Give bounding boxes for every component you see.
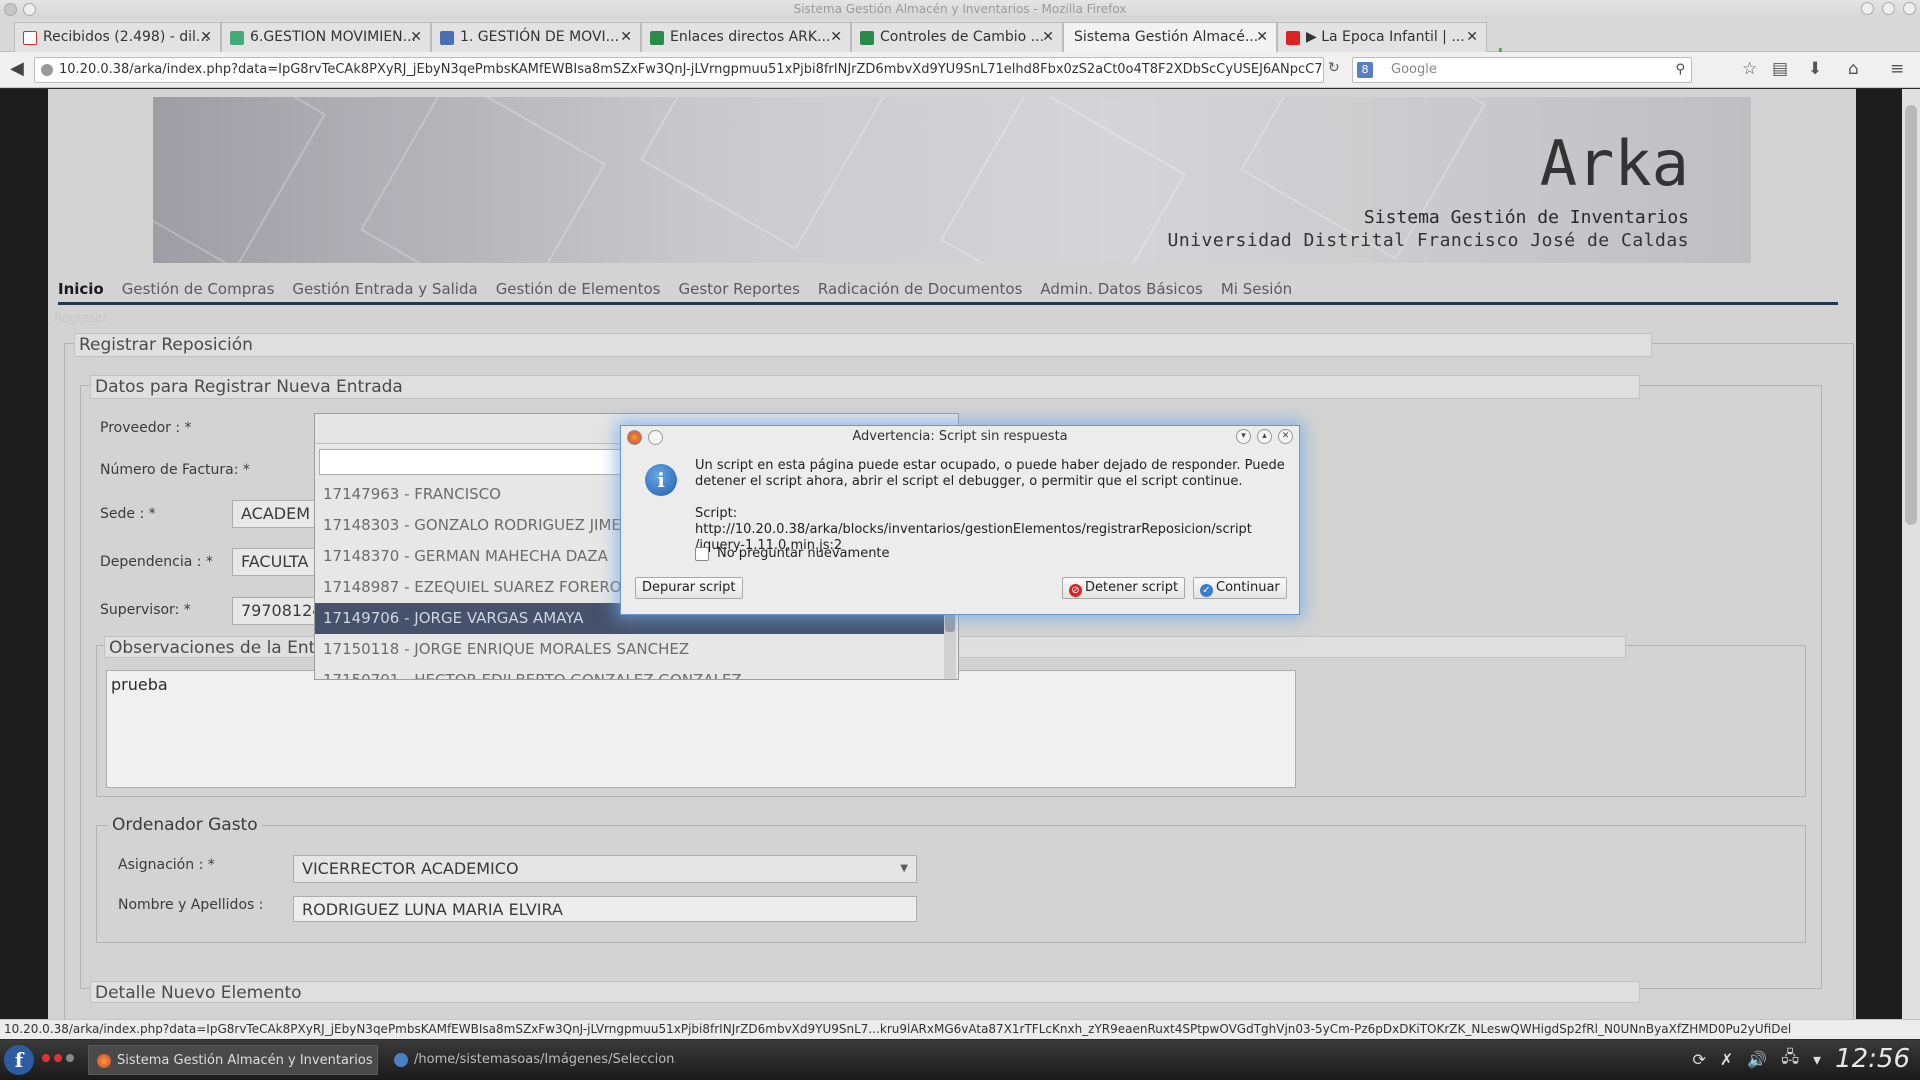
continue-button[interactable]: ✓ Continuar: [1193, 577, 1287, 599]
tab-label: Enlaces directos ARK...: [670, 29, 831, 45]
firefox-icon: [627, 430, 642, 445]
fedora-menu-icon[interactable]: f: [4, 1045, 34, 1075]
task-file-manager[interactable]: /home/sistemasoas/Imágenes/Seleccion...: [386, 1045, 676, 1075]
search-placeholder: Google: [1391, 62, 1437, 77]
tab-label: 1. GESTIÓN DE MOVI...: [460, 29, 619, 45]
reading-list-icon[interactable]: ▤: [1772, 59, 1788, 79]
navigation-bar: ◀ 10.20.0.38/arka/index.php?data=IpG8rvT…: [0, 52, 1920, 88]
tab-youtube[interactable]: ▶ La Epoca Infantil | ... ✕: [1277, 22, 1487, 52]
debug-button-label: Depurar script: [642, 580, 736, 595]
url-bar[interactable]: 10.20.0.38/arka/index.php?data=IpG8rvTeC…: [34, 57, 1324, 83]
workspace-icon[interactable]: [54, 1054, 62, 1062]
search-engine-icon[interactable]: 8: [1357, 62, 1373, 78]
script-path-line1: Script: http://10.20.0.38/arka/blocks/in…: [695, 506, 1252, 537]
tab-label: Sistema Gestión Almacé...: [1074, 29, 1259, 45]
system-tray: ⟳ ✗ 🔊 🖧 ▾ 12:56: [1692, 1044, 1910, 1074]
workspace-icon[interactable]: [42, 1054, 50, 1062]
search-bar[interactable]: 8 Google ⚲: [1352, 57, 1692, 83]
debug-script-button[interactable]: Depurar script: [635, 577, 743, 599]
dialog-close-icon[interactable]: ✕: [1278, 429, 1293, 444]
clock[interactable]: 12:56: [1835, 1044, 1910, 1074]
sheet-icon: [860, 31, 874, 45]
stop-icon: ⊘: [1069, 584, 1082, 597]
system-taskbar: f Sistema Gestión Almacén y Inventarios …: [0, 1040, 1920, 1080]
folder-icon: [394, 1053, 408, 1067]
page-scrollbar[interactable]: [1902, 89, 1920, 1019]
dont-ask-label[interactable]: No preguntar nuevamente: [717, 546, 890, 561]
maximize-icon[interactable]: [1882, 2, 1895, 15]
close-tab-icon[interactable]: ✕: [1256, 23, 1268, 51]
workspace-dots[interactable]: [42, 1054, 74, 1062]
tab-label: Recibidos (2.498) - dil...: [43, 29, 210, 45]
close-tab-icon[interactable]: ✕: [1042, 23, 1054, 51]
home-icon[interactable]: ⌂: [1848, 59, 1859, 79]
minimize-icon[interactable]: [1861, 2, 1874, 15]
bluetooth-icon[interactable]: ✗: [1720, 1050, 1733, 1069]
volume-icon[interactable]: 🔊: [1747, 1050, 1767, 1069]
bookmark-star-icon[interactable]: ☆: [1742, 59, 1757, 79]
workspace-icon[interactable]: [66, 1054, 74, 1062]
site-identity-icon[interactable]: [41, 64, 53, 76]
close-tab-icon[interactable]: ✕: [410, 23, 422, 51]
download-icon[interactable]: ⬇: [1808, 59, 1822, 79]
checkmark-icon: ✓: [1200, 584, 1213, 597]
tab-gestion-movimientos-drive[interactable]: 6.GESTION MOVIMIEN... ✕: [221, 22, 431, 52]
firefox-icon: [97, 1054, 111, 1068]
url-text: 10.20.0.38/arka/index.php?data=IpG8rvTeC…: [59, 62, 1324, 77]
dialog-window-controls: ▾ ▴ ✕: [1236, 429, 1293, 444]
window-right-controls: [1861, 2, 1916, 15]
tab-label: 6.GESTION MOVIMIEN...: [250, 29, 416, 45]
stop-button-label: Detener script: [1085, 580, 1179, 595]
hamburger-menu-icon[interactable]: ≡: [1890, 59, 1904, 79]
window-left-controls: [4, 3, 36, 16]
close-tab-icon[interactable]: ✕: [830, 23, 842, 51]
unresponsive-script-dialog: Advertencia: Script sin respuesta ▾ ▴ ✕ …: [620, 425, 1300, 615]
tab-label: Controles de Cambio ...: [880, 29, 1045, 45]
sheet-icon: [650, 31, 664, 45]
tab-strip: Recibidos (2.498) - dil... ✕ 6.GESTION M…: [0, 18, 1920, 66]
info-icon: i: [645, 464, 677, 496]
task-label: /home/sistemasoas/Imágenes/Seleccion...: [414, 1052, 676, 1067]
tab-controles-cambio[interactable]: Controles de Cambio ... ✕: [851, 22, 1063, 52]
doc-icon: [440, 31, 454, 45]
task-label: Sistema Gestión Almacén y Inventarios ..…: [117, 1053, 378, 1068]
dialog-minimize-icon[interactable]: ▾: [1236, 429, 1251, 444]
scrollbar-thumb[interactable]: [1905, 105, 1917, 525]
window-titlebar: Sistema Gestión Almacén y Inventarios - …: [0, 0, 1920, 18]
status-bar: 10.20.0.38/arka/index.php?data=IpG8rvTeC…: [0, 1019, 1920, 1039]
close-tab-icon[interactable]: ✕: [200, 23, 212, 51]
tab-label: ▶ La Epoca Infantil | ...: [1306, 29, 1465, 45]
dialog-message: Un script en esta página puede estar ocu…: [695, 458, 1285, 489]
dialog-title-icons: [627, 430, 663, 445]
sync-icon[interactable]: ⟳: [1692, 1050, 1705, 1069]
close-tab-icon[interactable]: ✕: [620, 23, 632, 51]
network-icon[interactable]: 🖧: [1781, 1046, 1799, 1073]
gmail-icon: [23, 31, 37, 45]
binoculars-icon[interactable]: ⚲: [1675, 58, 1685, 82]
close-window-icon[interactable]: [1903, 2, 1916, 15]
tray-arrow-icon[interactable]: ▾: [1813, 1050, 1821, 1069]
close-tab-icon[interactable]: ✕: [1466, 23, 1478, 51]
window-pin-icon[interactable]: [23, 3, 36, 16]
back-icon[interactable]: ◀: [10, 58, 24, 79]
window-menu-icon[interactable]: [4, 3, 17, 16]
youtube-icon: [1286, 31, 1300, 45]
stop-script-button[interactable]: ⊘ Detener script: [1062, 577, 1186, 599]
continue-button-label: Continuar: [1216, 580, 1280, 595]
tab-sistema-gestion[interactable]: Sistema Gestión Almacé... ✕: [1063, 22, 1277, 52]
dialog-title: Advertencia: Script sin respuesta: [852, 429, 1068, 444]
dialog-maximize-icon[interactable]: ▴: [1257, 429, 1272, 444]
window-title: Sistema Gestión Almacén y Inventarios - …: [793, 2, 1127, 16]
task-firefox[interactable]: Sistema Gestión Almacén y Inventarios ..…: [88, 1045, 378, 1075]
drive-icon: [230, 31, 244, 45]
dialog-pin-icon[interactable]: [648, 430, 663, 445]
tab-gestion-movimientos-doc[interactable]: 1. GESTIÓN DE MOVI... ✕: [431, 22, 641, 52]
tab-gmail[interactable]: Recibidos (2.498) - dil... ✕: [14, 22, 221, 52]
reload-icon[interactable]: ↻: [1328, 60, 1340, 76]
tab-enlaces-directos[interactable]: Enlaces directos ARK... ✕: [641, 22, 851, 52]
dont-ask-checkbox[interactable]: [695, 547, 709, 561]
